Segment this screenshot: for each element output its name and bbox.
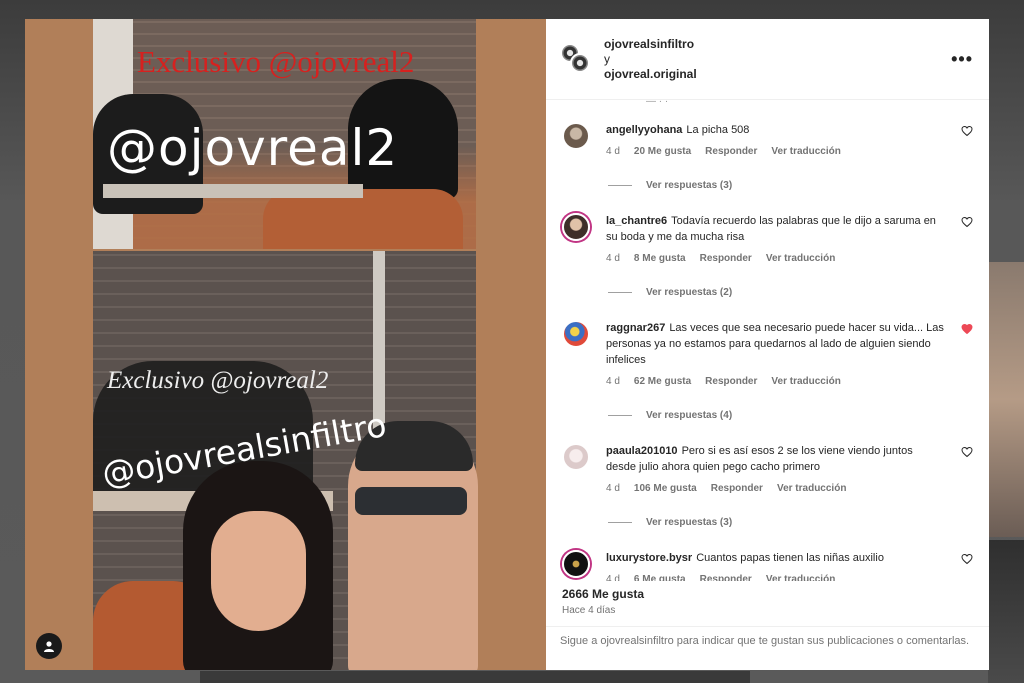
comment-time[interactable]: 4 d (606, 251, 620, 267)
comment: paaula201010 Pero si es así esos 2 se los… (562, 443, 973, 497)
comment-likes[interactable]: 6 Me gusta (634, 572, 686, 581)
view-replies-button[interactable]: Ver respuestas (2) (608, 287, 973, 298)
comments-list[interactable]: — · · angellyyohana La picha 508 4 d 20 M… (546, 100, 989, 581)
replies-line (608, 292, 632, 293)
comment-text: Cuantos papas tienen las niñas auxilio (696, 552, 884, 564)
replies-line (608, 185, 632, 186)
reply-button[interactable]: Responder (711, 481, 763, 497)
reply-button[interactable]: Responder (705, 144, 757, 160)
background-post-thumbnail[interactable] (988, 540, 1024, 683)
post-modal: Exclusivo @ojovreal2 @ojovreal2 Exclusiv… (25, 19, 989, 670)
replies-line (608, 522, 632, 523)
watermark-big: @ojovreal2 (107, 119, 399, 177)
comments-panel: ojovrealsinfiltro y ojovreal.original ••… (546, 19, 989, 670)
view-replies-label: Ver respuestas (3) (646, 517, 733, 528)
translate-button[interactable]: Ver traducción (766, 251, 835, 267)
tagged-users-button[interactable] (36, 633, 62, 659)
background-post-thumbnail[interactable] (988, 262, 1024, 537)
collab-names: ojovrealsinfiltro y ojovreal.original (604, 37, 697, 82)
post-image: Exclusivo @ojovreal2 @ojovreal2 Exclusiv… (93, 19, 478, 670)
view-replies-label: Ver respuestas (2) (646, 287, 733, 298)
watermark-italic: Exclusivo @ojovreal2 (107, 367, 329, 394)
avatar[interactable] (562, 443, 590, 471)
view-replies-button[interactable]: Ver respuestas (3) (608, 180, 973, 191)
avatar[interactable] (562, 122, 590, 150)
avatar[interactable] (562, 213, 590, 241)
author-username-link[interactable]: ojovrealsinfiltro (604, 37, 697, 52)
avatar[interactable] (570, 53, 590, 73)
view-replies-button[interactable]: Ver respuestas (4) (608, 410, 973, 421)
user-icon (44, 641, 54, 652)
post-footer: 2666 Me gusta Hace 4 días (546, 581, 989, 616)
comment-username[interactable]: paaula201010 (606, 445, 678, 457)
translate-button[interactable]: Ver traducción (766, 572, 835, 581)
heart-filled-icon[interactable] (961, 323, 973, 335)
comment-text: La picha 508 (686, 124, 750, 136)
replies-line (608, 415, 632, 416)
comment-username[interactable]: la_chantre6 (606, 215, 667, 227)
post-timestamp[interactable]: Hace 4 días (562, 605, 973, 616)
comment-likes[interactable]: 8 Me gusta (634, 251, 686, 267)
comment-username[interactable]: angellyyohana (606, 124, 682, 136)
comment-time[interactable]: 4 d (606, 374, 620, 390)
comment-likes[interactable]: 62 Me gusta (634, 374, 691, 390)
comment: luxurystore.bysr Cuantos papas tienen las… (562, 550, 973, 581)
reply-button[interactable]: Responder (705, 374, 757, 390)
comment-username[interactable]: luxurystore.bysr (606, 552, 692, 564)
background-strip (200, 671, 750, 683)
photo-chair (263, 189, 463, 249)
heart-icon[interactable] (961, 216, 973, 228)
comment-time[interactable]: 4 d (606, 481, 620, 497)
comment-likes[interactable]: 20 Me gusta (634, 144, 691, 160)
comment-username[interactable]: raggnar267 (606, 322, 665, 334)
avatar[interactable] (562, 320, 590, 348)
translate-button[interactable]: Ver traducción (777, 481, 846, 497)
comment-likes[interactable]: 106 Me gusta (634, 481, 697, 497)
more-options-icon[interactable]: ••• (951, 49, 973, 70)
reply-button[interactable]: Responder (700, 572, 752, 581)
collab-conjunction: y (604, 51, 610, 66)
watermark-red: Exclusivo @ojovreal2 (137, 44, 415, 79)
view-replies-label: Ver respuestas (4) (646, 410, 733, 421)
comment-time[interactable]: 4 d (606, 572, 620, 581)
view-replies-label: Ver respuestas (3) (646, 180, 733, 191)
heart-icon[interactable] (961, 446, 973, 458)
post-header: ojovrealsinfiltro y ojovreal.original ••… (546, 19, 989, 100)
heart-icon[interactable] (961, 125, 973, 137)
login-prompt: Sigue a ojovrealsinfiltro para indicar q… (546, 626, 989, 670)
post-likes-count[interactable]: 2666 Me gusta (562, 587, 973, 601)
clipped-previous-comment: — · · (646, 100, 669, 107)
comment-time[interactable]: 4 d (606, 144, 620, 160)
heart-icon[interactable] (961, 553, 973, 565)
avatar[interactable] (562, 550, 590, 578)
reply-button[interactable]: Responder (700, 251, 752, 267)
collab-avatars[interactable] (560, 43, 592, 75)
photo-face (211, 511, 306, 631)
comment: angellyyohana La picha 508 4 d 20 Me gust… (562, 122, 973, 160)
collab-username-link[interactable]: ojovreal.original (604, 67, 697, 82)
post-media[interactable]: Exclusivo @ojovreal2 @ojovreal2 Exclusiv… (25, 19, 546, 670)
translate-button[interactable]: Ver traducción (771, 374, 840, 390)
view-replies-button[interactable]: Ver respuestas (3) (608, 517, 973, 528)
comment: raggnar267 Las veces que sea necesario pu… (562, 320, 973, 390)
photo-sunglasses (355, 487, 467, 515)
photo-table (103, 184, 363, 198)
translate-button[interactable]: Ver traducción (771, 144, 840, 160)
comment: la_chantre6 Todavía recuerdo las palabras… (562, 213, 973, 267)
